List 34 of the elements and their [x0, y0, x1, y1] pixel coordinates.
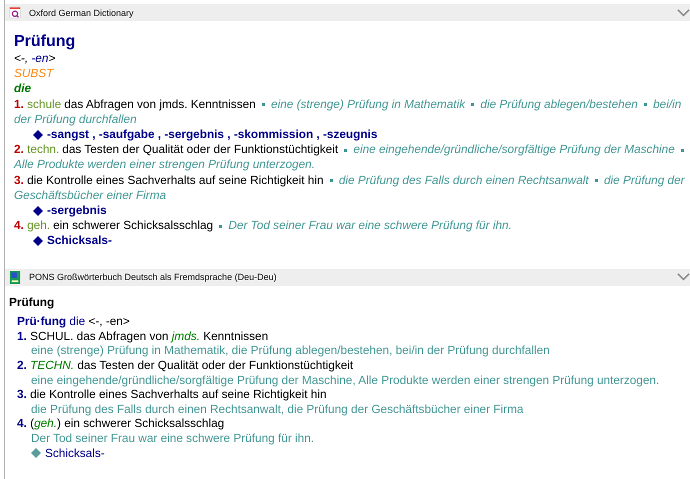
sense-text: 2. TECHN. das Testen der Qualität oder der Funktionstüchtigkeit	[16, 358, 354, 373]
dictionary-icon	[9, 270, 21, 284]
sense-text: 3. die Kontrolle eines Sachverhalts auf seine Richtigkeit hin	[16, 387, 328, 402]
part-of-speech: SUBST	[14, 66, 55, 82]
sense-text: 1. schule das Abfragen von jmds. Kenntnissen eine (strenge) Prüfung in Mathematik die Prüfung ablegen/bestehen bei/in der Prüfung durchfallen	[14, 96, 682, 128]
dictionary-title: Oxford German Dictionary	[29, 8, 135, 18]
headword: Prüfung	[14, 33, 76, 51]
dictionary-title: PONS Großwörterbuch Deutsch als Fremdsprache (Deu-Deu)	[29, 272, 278, 282]
chevron-icon[interactable]	[677, 273, 690, 282]
gender: die	[14, 81, 32, 97]
sense-text: 4. (geh.) ein schwerer Schicksalsschlag	[16, 416, 226, 431]
compound-links[interactable]: Schicksals-	[47, 233, 112, 249]
headword-line: Prü·fung die <-, -en>	[16, 314, 131, 329]
diamond-icon	[33, 236, 43, 246]
example-text: Der Tod seiner Frau war eine schwere Prüfung für ihn.	[30, 430, 316, 446]
dictionary-icon	[9, 6, 21, 19]
sense-text: 1. SCHUL. das Abfragen von jmds. Kenntnissen	[16, 328, 270, 344]
compound-links[interactable]: -sangst , -saufgabe , -sergebnis , -skommission , -szeugnis	[47, 127, 378, 142]
diamond-icon	[31, 448, 41, 458]
chevron-icon[interactable]	[677, 8, 690, 16]
diamond-icon	[33, 206, 43, 216]
dictionary-header[interactable]: PONS Großwörterbuch Deutsch als Fremdsprache (Deu-Deu)	[5, 268, 690, 286]
example-text: eine (strenge) Prüfung in Mathematik, die Prüfung ablegen/bestehen, bei/in der Prüfung durchfallen	[30, 343, 551, 358]
entry-heading: Prüfung	[9, 294, 56, 310]
dictionary-header[interactable]: Oxford German Dictionary	[5, 4, 690, 21]
diamond-icon	[33, 130, 43, 140]
inflection: <-, -en>	[14, 51, 56, 66]
compound-link[interactable]: Schicksals-	[45, 446, 105, 460]
sense-text: 3. die Kontrolle eines Sachverhalts auf seine Richtigkeit hin die Prüfung des Falls durch einen Rechtsanwalt die Prüfung der Geschäftsbücher einer Firma	[14, 172, 686, 204]
example-text: die Prüfung des Falls durch einen Rechtsanwalt, die Prüfung der Geschäftsbücher einer Firma	[30, 402, 524, 416]
sense-text: 4. geh. ein schwerer Schicksalsschlag Der Tod seiner Frau war eine schwere Prüfung für ihn.	[14, 218, 513, 234]
example-text: eine eingehende/gründliche/sorgfältige Prüfung der Maschine, Alle Produkte werden einer strengen Prüfung unterzogen.	[30, 372, 660, 388]
compound-links[interactable]: -sergebnis	[47, 203, 107, 218]
sense-text: 2. techn. das Testen der Qualität oder der Funktionstüchtigkeit eine eingehende/gründliche/sorgfältige Prüfung der Maschine Alle Produkte werden einer strengen Prüfung unterzogen.	[14, 142, 688, 173]
